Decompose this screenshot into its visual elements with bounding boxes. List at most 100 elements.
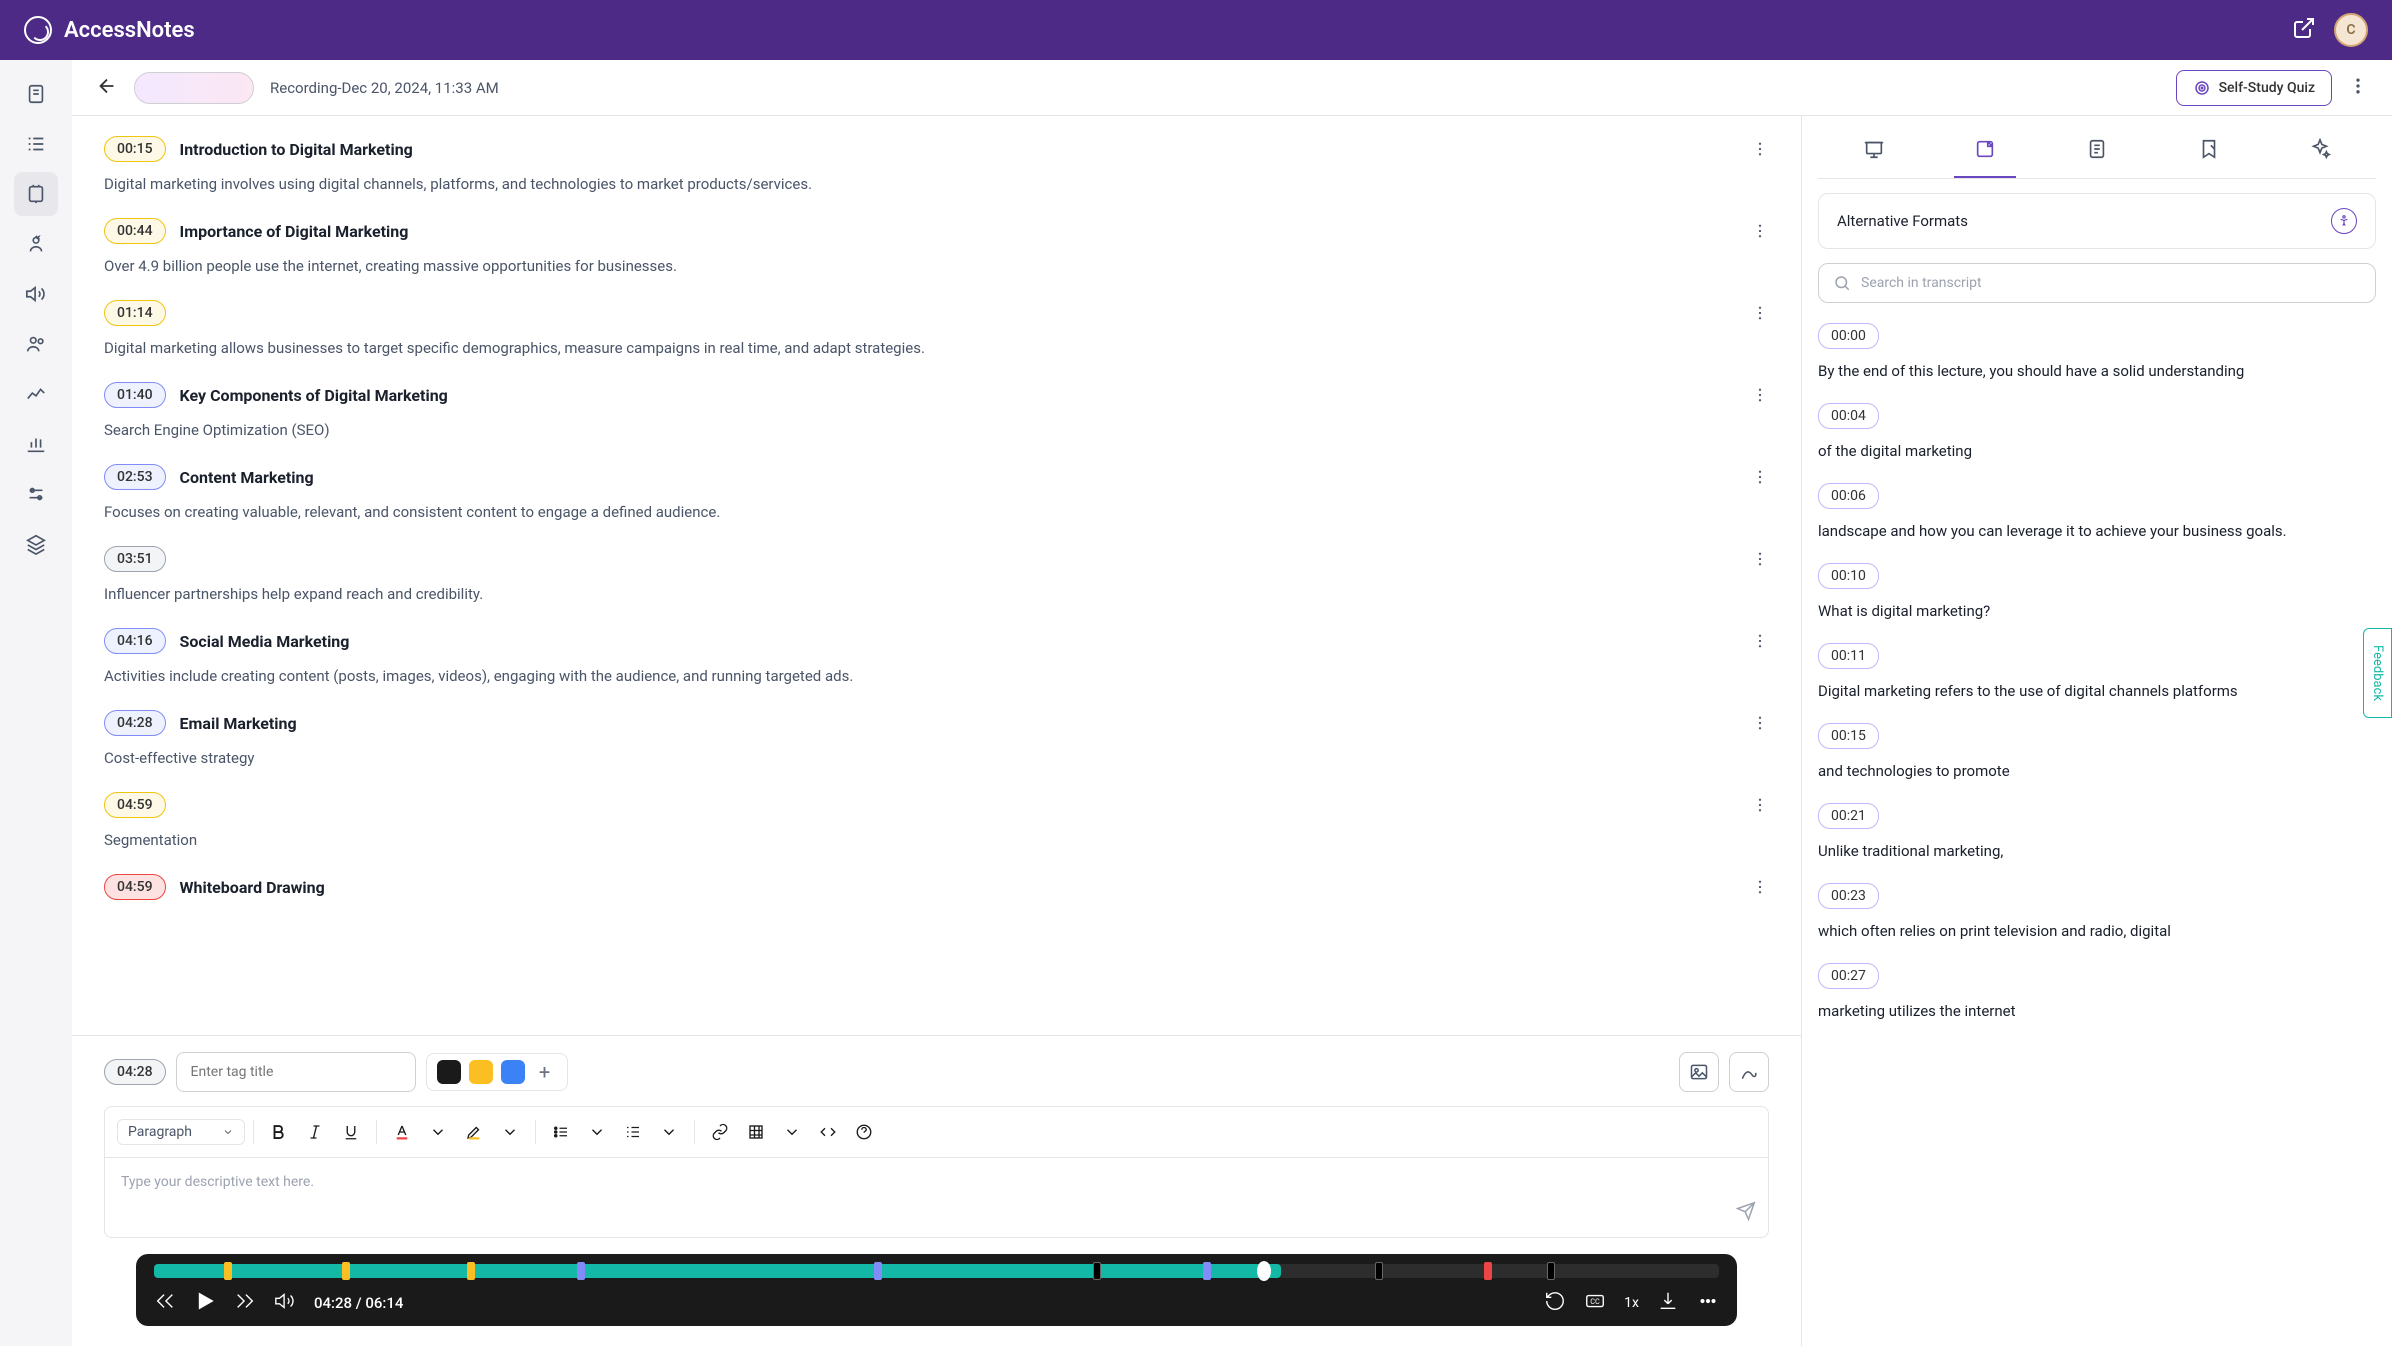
external-link-button[interactable]: [2292, 16, 2316, 44]
alternative-formats-button[interactable]: Alternative Formats: [1818, 193, 2376, 249]
code-button[interactable]: [811, 1115, 845, 1149]
waveform-chip[interactable]: [134, 72, 254, 104]
note-more-button[interactable]: [1751, 304, 1769, 326]
note-row[interactable]: 03:51 Influencer partnerships help expan…: [104, 546, 1769, 606]
highlight-dropdown[interactable]: [493, 1115, 527, 1149]
captions-button[interactable]: CC: [1584, 1290, 1606, 1316]
color-black[interactable]: [437, 1060, 461, 1084]
note-row[interactable]: 00:44 Importance of Digital Marketing Ov…: [104, 218, 1769, 278]
underline-button[interactable]: [334, 1115, 368, 1149]
editor-time-pill[interactable]: 04:28: [104, 1059, 166, 1085]
self-study-quiz-button[interactable]: Self-Study Quiz: [2176, 70, 2332, 106]
logo[interactable]: AccessNotes: [24, 16, 195, 44]
timeline-marker[interactable]: [224, 1262, 232, 1280]
highlight-button[interactable]: [457, 1115, 491, 1149]
player-more-button[interactable]: [1697, 1290, 1719, 1316]
transcript-time[interactable]: 00:15: [1818, 723, 1879, 749]
sidebar-item-users[interactable]: [14, 322, 58, 366]
transcript-row[interactable]: 00:06 landscape and how you can leverage…: [1818, 483, 2376, 543]
rewind-button[interactable]: [154, 1290, 176, 1316]
note-more-button[interactable]: [1751, 550, 1769, 572]
back-button[interactable]: [96, 75, 118, 101]
note-more-button[interactable]: [1751, 386, 1769, 408]
help-button[interactable]: [847, 1115, 881, 1149]
table-button[interactable]: [739, 1115, 773, 1149]
add-color-button[interactable]: +: [533, 1060, 557, 1084]
transcript-list[interactable]: 00:00 By the end of this lecture, you sh…: [1818, 323, 2376, 1336]
text-color-dropdown[interactable]: [421, 1115, 455, 1149]
transcript-time[interactable]: 00:27: [1818, 963, 1879, 989]
speed-button[interactable]: 1x: [1624, 1295, 1639, 1311]
note-time-pill[interactable]: 01:14: [104, 300, 166, 326]
transcript-row[interactable]: 00:23 which often relies on print televi…: [1818, 883, 2376, 943]
note-more-button[interactable]: [1751, 140, 1769, 162]
download-button[interactable]: [1657, 1290, 1679, 1316]
paragraph-select[interactable]: Paragraph: [117, 1119, 245, 1145]
note-time-pill[interactable]: 02:53: [104, 464, 166, 490]
draw-button[interactable]: [1729, 1052, 1769, 1092]
tab-bookmark[interactable]: [2178, 126, 2240, 178]
note-time-pill[interactable]: 00:44: [104, 218, 166, 244]
timeline-marker[interactable]: [1547, 1262, 1555, 1280]
note-more-button[interactable]: [1751, 632, 1769, 654]
note-more-button[interactable]: [1751, 468, 1769, 490]
timeline-marker[interactable]: [342, 1262, 350, 1280]
timeline-marker[interactable]: [1203, 1262, 1211, 1280]
playhead[interactable]: [1257, 1261, 1271, 1281]
undo-button[interactable]: [1544, 1290, 1566, 1316]
bullet-list-button[interactable]: [544, 1115, 578, 1149]
volume-button[interactable]: [274, 1290, 296, 1316]
transcript-time[interactable]: 00:10: [1818, 563, 1879, 589]
note-time-pill[interactable]: 04:28: [104, 710, 166, 736]
note-more-button[interactable]: [1751, 878, 1769, 900]
transcript-row[interactable]: 00:15 and technologies to promote: [1818, 723, 2376, 783]
transcript-time[interactable]: 00:21: [1818, 803, 1879, 829]
timeline-marker[interactable]: [1484, 1262, 1492, 1280]
note-time-pill[interactable]: 03:51: [104, 546, 166, 572]
header-more-button[interactable]: [2348, 76, 2368, 100]
note-more-button[interactable]: [1751, 714, 1769, 736]
bold-button[interactable]: [262, 1115, 296, 1149]
editor-textarea[interactable]: Type your descriptive text here.: [104, 1158, 1769, 1238]
color-blue[interactable]: [501, 1060, 525, 1084]
tab-notes[interactable]: [2066, 126, 2128, 178]
forward-button[interactable]: [234, 1290, 256, 1316]
text-color-button[interactable]: [385, 1115, 419, 1149]
note-row[interactable]: 04:59 Whiteboard Drawing: [104, 874, 1769, 900]
italic-button[interactable]: [298, 1115, 332, 1149]
note-row[interactable]: 01:14 Digital marketing allows businesse…: [104, 300, 1769, 360]
timeline-marker[interactable]: [577, 1262, 585, 1280]
timeline-marker[interactable]: [1093, 1262, 1101, 1280]
note-time-pill[interactable]: 04:16: [104, 628, 166, 654]
sidebar-item-list[interactable]: [14, 122, 58, 166]
sidebar-item-notes[interactable]: [14, 172, 58, 216]
note-time-pill[interactable]: 04:59: [104, 874, 166, 900]
send-button[interactable]: [1736, 1201, 1756, 1225]
note-row[interactable]: 04:16 Social Media Marketing Activities …: [104, 628, 1769, 688]
sidebar-item-person[interactable]: [14, 222, 58, 266]
sidebar-item-audio[interactable]: [14, 272, 58, 316]
transcript-time[interactable]: 00:04: [1818, 403, 1879, 429]
sidebar-item-analytics[interactable]: [14, 422, 58, 466]
timeline-marker[interactable]: [467, 1262, 475, 1280]
color-yellow[interactable]: [469, 1060, 493, 1084]
transcript-time[interactable]: 00:11: [1818, 643, 1879, 669]
transcript-row[interactable]: 00:04 of the digital marketing: [1818, 403, 2376, 463]
image-button[interactable]: [1679, 1052, 1719, 1092]
note-more-button[interactable]: [1751, 222, 1769, 244]
table-dropdown[interactable]: [775, 1115, 809, 1149]
play-button[interactable]: [194, 1290, 216, 1316]
note-time-pill[interactable]: 00:15: [104, 136, 166, 162]
tag-title-input[interactable]: [176, 1052, 416, 1092]
transcript-time[interactable]: 00:00: [1818, 323, 1879, 349]
transcript-search[interactable]: Search in transcript: [1818, 263, 2376, 303]
transcript-time[interactable]: 00:23: [1818, 883, 1879, 909]
transcript-row[interactable]: 00:21 Unlike traditional marketing,: [1818, 803, 2376, 863]
link-button[interactable]: [703, 1115, 737, 1149]
note-row[interactable]: 01:40 Key Components of Digital Marketin…: [104, 382, 1769, 442]
transcript-row[interactable]: 00:11 Digital marketing refers to the us…: [1818, 643, 2376, 703]
tab-ai[interactable]: [2289, 126, 2351, 178]
timeline-marker[interactable]: [1375, 1262, 1383, 1280]
tab-slides[interactable]: [1843, 126, 1905, 178]
notes-list[interactable]: 00:15 Introduction to Digital Marketing …: [72, 116, 1801, 1035]
